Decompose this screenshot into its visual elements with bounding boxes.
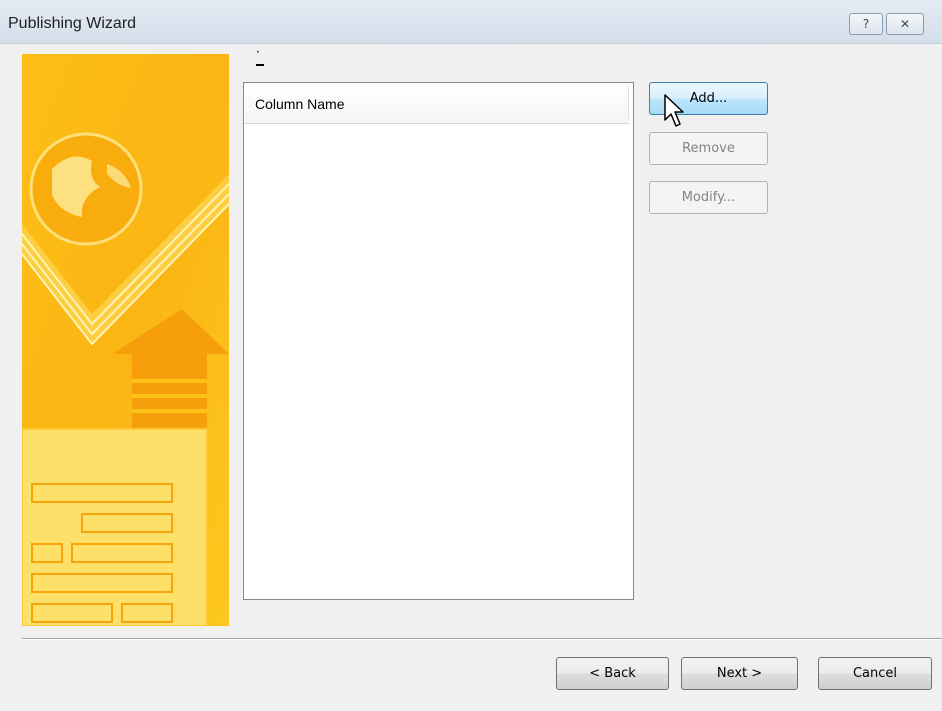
modify-button[interactable]: Modify...: [649, 181, 768, 214]
list-top-underscore: [256, 64, 264, 66]
next-button[interactable]: Next >: [681, 657, 798, 690]
list-top-marker: ·: [256, 45, 260, 59]
publishing-wizard-dialog: Publishing Wizard ? ✕ · Column Name Add.…: [0, 0, 942, 711]
cancel-button[interactable]: Cancel: [818, 657, 932, 690]
modify-button-label: Modify...: [681, 190, 736, 205]
close-button[interactable]: ✕: [886, 13, 924, 35]
columns-list[interactable]: Column Name: [243, 82, 634, 600]
column-header[interactable]: Column Name: [245, 84, 629, 124]
back-button[interactable]: < Back: [556, 657, 669, 690]
header-divider[interactable]: [628, 86, 629, 120]
close-icon: ✕: [899, 17, 911, 31]
help-button[interactable]: ?: [849, 13, 883, 35]
publishing-banner-illustration: [22, 54, 229, 626]
remove-button-label: Remove: [682, 141, 735, 156]
wizard-banner-image: [22, 54, 229, 626]
help-icon: ?: [862, 17, 870, 31]
cancel-button-label: Cancel: [852, 666, 898, 681]
back-button-label: < Back: [589, 666, 636, 681]
add-button-label: Add...: [689, 91, 728, 106]
remove-button[interactable]: Remove: [649, 132, 768, 165]
title-bar[interactable]: Publishing Wizard ? ✕: [0, 0, 942, 44]
footer-separator: [22, 638, 942, 640]
mouse-pointer-icon: [664, 94, 684, 127]
next-button-label: Next >: [716, 666, 763, 681]
column-header-label: Column Name: [255, 96, 345, 112]
window-title: Publishing Wizard: [8, 15, 137, 32]
